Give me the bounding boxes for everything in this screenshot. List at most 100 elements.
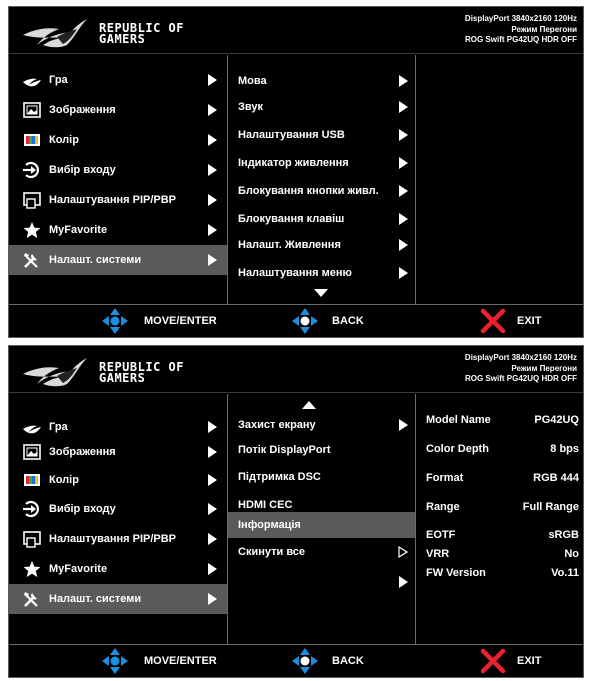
chevron-right-icon xyxy=(208,593,217,605)
main-menu-item-color[interactable]: Колір xyxy=(9,125,227,155)
status-signal: DisplayPort 3840x2160 120Hz xyxy=(464,14,577,23)
submenu-label: Захист екрану xyxy=(238,419,316,431)
submenu-label: Налашт. Живлення xyxy=(238,239,341,251)
status-info: DisplayPort 3840x2160 120Hz Режим Перего… xyxy=(465,353,577,385)
submenu-item-more[interactable] xyxy=(228,569,415,595)
tools-icon xyxy=(24,253,38,268)
submenu-item-screen-protect[interactable]: Захист екрану xyxy=(228,412,415,438)
submenu-label: Звук xyxy=(238,101,264,113)
info-key: FW Version xyxy=(426,567,486,579)
osd-menu-panel-1: REPUBLIC OF GAMERS DisplayPort 3840x2160… xyxy=(8,6,584,338)
input-select-icon xyxy=(23,161,39,179)
submenu-item-language[interactable]: Мова xyxy=(228,68,415,94)
main-menu-item-color[interactable]: Колір xyxy=(9,465,227,495)
status-model: ROG Swift PG42UQ HDR OFF xyxy=(464,35,577,44)
main-menu-item-myfavorite[interactable]: MyFavorite xyxy=(9,215,227,245)
main-menu-item-system[interactable]: Налашт. системи xyxy=(9,584,227,614)
submenu-item-power-key-lock[interactable]: Блокування кнопки живл. xyxy=(228,178,415,204)
brand-line-2: GAMERS xyxy=(99,371,146,385)
submenu-label: Потік DisplayPort xyxy=(238,444,331,456)
color-palette-icon xyxy=(24,474,40,486)
submenu-item-key-lock[interactable]: Блокування клавіш xyxy=(228,206,415,232)
chevron-right-icon xyxy=(208,224,217,236)
rog-logo-icon xyxy=(23,358,87,387)
main-menu-item-myfavorite[interactable]: MyFavorite xyxy=(9,554,227,584)
submenu-label: Інформація xyxy=(238,519,301,531)
submenu-label: Мова xyxy=(238,75,267,87)
chevron-right-icon xyxy=(208,254,217,266)
exit-x-icon xyxy=(480,308,506,334)
chevron-right-icon xyxy=(399,239,408,251)
back-label: BACK xyxy=(332,655,364,667)
status-mode: Режим Перегони xyxy=(511,24,577,34)
submenu-item-dsc-support[interactable]: Підтримка DSC xyxy=(228,464,415,490)
chevron-right-icon xyxy=(208,164,217,176)
brand-text: REPUBLIC OF GAMERS xyxy=(99,22,184,45)
pip-pbp-icon xyxy=(23,531,41,548)
info-value: sRGB xyxy=(548,529,579,541)
main-menu-item-image[interactable]: Зображення xyxy=(9,437,227,467)
main-menu-item-input[interactable]: Вибір входу xyxy=(9,155,227,185)
image-icon xyxy=(23,102,41,118)
submenu-item-displayport-stream[interactable]: Потік DisplayPort xyxy=(228,437,415,463)
status-model: ROG Swift PG42UQ HDR OFF xyxy=(464,374,577,383)
main-menu-item-input[interactable]: Вибір входу xyxy=(9,494,227,524)
info-key: Color Depth xyxy=(426,443,489,455)
info-key: Model Name xyxy=(426,414,491,426)
info-row-fw-version: FW Version Vo.11 xyxy=(416,563,585,583)
chevron-right-icon xyxy=(208,74,217,86)
submenu-item-power-indicator[interactable]: Індикатор живлення xyxy=(228,150,415,176)
main-menu-item-image[interactable]: Зображення xyxy=(9,95,227,125)
submenu-item-menu-settings[interactable]: Налаштування меню xyxy=(228,260,415,286)
status-mode: Режим Перегони xyxy=(511,363,577,373)
main-menu-label: Налаштування PIP/PBP xyxy=(49,194,177,206)
info-row-range: Range Full Range xyxy=(416,497,585,517)
submenu-item-information[interactable]: Інформація xyxy=(228,512,415,538)
info-key: EOTF xyxy=(426,529,456,541)
main-menu-item-pip-pbp[interactable]: Налаштування PIP/PBP xyxy=(9,524,227,554)
rog-eye-icon xyxy=(23,425,41,434)
chevron-right-icon xyxy=(208,134,217,146)
column-divider xyxy=(415,55,416,305)
chevron-right-icon xyxy=(208,533,217,545)
pip-pbp-icon xyxy=(23,192,41,209)
chevron-right-icon xyxy=(208,503,217,515)
scroll-down-icon[interactable] xyxy=(314,289,328,297)
main-menu-item-pip-pbp[interactable]: Налаштування PIP/PBP xyxy=(9,185,227,215)
main-menu-label: Зображення xyxy=(49,446,116,458)
image-icon xyxy=(23,444,41,460)
submenu-label: Блокування кнопки живл. xyxy=(238,185,379,197)
osd-footer: MOVE/ENTER BACK EXIT xyxy=(9,644,583,677)
osd-header: REPUBLIC OF GAMERS DisplayPort 3840x2160… xyxy=(9,346,583,393)
main-menu-label: Гра xyxy=(49,421,68,433)
osd-header: REPUBLIC OF GAMERS DisplayPort 3840x2160… xyxy=(9,7,583,54)
submenu-item-usb[interactable]: Налаштування USB xyxy=(228,122,415,148)
move-enter-icon xyxy=(102,648,128,674)
info-row-model-name: Model Name PG42UQ xyxy=(416,410,585,430)
chevron-right-outline-icon xyxy=(398,546,408,558)
info-value: PG42UQ xyxy=(534,414,579,426)
main-menu-item-game[interactable]: Гра xyxy=(9,65,227,95)
chevron-right-icon xyxy=(399,75,408,87)
rog-eye-icon xyxy=(23,78,41,87)
move-enter-icon xyxy=(102,308,128,334)
scroll-up-icon[interactable] xyxy=(302,401,316,409)
main-menu-label: Налашт. системи xyxy=(49,254,142,266)
chevron-right-icon xyxy=(399,101,408,113)
submenu-label: Блокування клавіш xyxy=(238,213,345,225)
chevron-right-icon xyxy=(208,563,217,575)
tools-icon xyxy=(24,592,38,607)
main-menu-label: Вибір входу xyxy=(49,164,116,176)
chevron-right-icon xyxy=(399,267,408,279)
info-key: Format xyxy=(426,472,464,484)
chevron-right-icon xyxy=(208,104,217,116)
submenu-item-reset-all[interactable]: Скинути все xyxy=(228,539,415,565)
chevron-right-icon xyxy=(208,421,217,433)
submenu-item-power-settings[interactable]: Налашт. Живлення xyxy=(228,232,415,258)
move-enter-label: MOVE/ENTER xyxy=(144,315,217,327)
submenu-item-sound[interactable]: Звук xyxy=(228,94,415,120)
info-key: VRR xyxy=(426,548,450,560)
main-menu-item-system[interactable]: Налашт. системи xyxy=(9,245,227,275)
info-key: Range xyxy=(426,501,460,513)
info-value: No xyxy=(564,548,579,560)
